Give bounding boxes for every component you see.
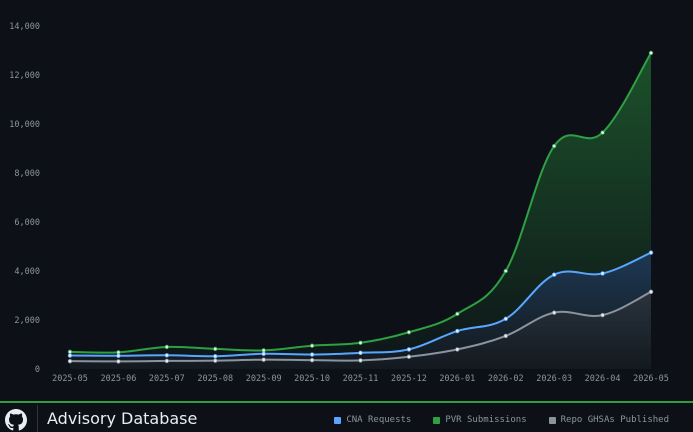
legend-swatch	[548, 416, 556, 424]
repo-ghsas-published-point[interactable]	[503, 333, 508, 339]
y-tick-label: 4,000	[14, 267, 40, 277]
legend-label: CNA Requests	[346, 415, 412, 425]
cna-requests-point[interactable]	[261, 351, 266, 357]
x-tick-label: 2026-02	[488, 374, 524, 384]
x-tick-label: 2025-08	[197, 374, 233, 384]
repo-ghsas-published-point[interactable]	[309, 357, 315, 363]
repo-ghsas-published-point[interactable]	[116, 359, 121, 364]
pvr-submissions-point[interactable]	[358, 340, 363, 345]
y-tick-label: 8,000	[14, 169, 40, 179]
chart-legend: CNA Requests PVR Submissions Repo GHSAs Pu…	[334, 415, 669, 425]
y-tick-label: 6,000	[14, 218, 40, 228]
series-areas	[70, 52, 651, 369]
x-tick-label: 2025-06	[101, 374, 137, 384]
pvr-submissions-point[interactable]	[213, 346, 218, 352]
legend-label: Repo GHSAs Published	[560, 415, 669, 425]
repo-ghsas-published-point[interactable]	[358, 358, 363, 363]
cna-requests-point[interactable]	[455, 328, 460, 334]
legend-item-pvr-submissions[interactable]: PVR Submissions	[433, 415, 527, 425]
repo-ghsas-published-point[interactable]	[213, 358, 218, 363]
pvr-submissions-point[interactable]	[551, 143, 557, 149]
x-axis: 2025-05 2025-06 2025-07 2025-08 2025-09 2025-…	[52, 374, 669, 384]
y-tick-label: 12,000	[9, 71, 40, 81]
cna-requests-point[interactable]	[116, 353, 121, 358]
x-tick-label: 2025-11	[343, 374, 379, 384]
x-tick-label: 2026-01	[439, 374, 475, 384]
cna-requests-point[interactable]	[406, 347, 412, 352]
x-tick-label: 2026-04	[585, 374, 621, 384]
advisory-trend-chart: 02,0004,0006,0008,00010,00012,00014,000 …	[9, 22, 669, 384]
repo-ghsas-published-point[interactable]	[648, 289, 654, 295]
repo-ghsas-published-point[interactable]	[406, 354, 412, 359]
pvr-submissions-point[interactable]	[648, 50, 654, 56]
x-tick-label: 2026-05	[633, 374, 669, 384]
cna-requests-point[interactable]	[600, 271, 605, 276]
chart-panel: 0 2,000 4,000 6,000 8,000 10,000 12,000 14,000 …	[0, 0, 693, 432]
pvr-submissions-point[interactable]	[309, 343, 315, 348]
cna-requests-point[interactable]	[164, 353, 170, 358]
footer-divider	[37, 405, 38, 432]
x-tick-label: 2025-12	[391, 374, 427, 384]
cna-requests-point[interactable]	[503, 316, 508, 321]
cna-requests-point[interactable]	[309, 352, 315, 357]
repo-ghsas-published-point[interactable]	[67, 358, 73, 364]
cna-requests-point[interactable]	[551, 272, 557, 277]
repo-ghsas-published-point[interactable]	[600, 312, 605, 318]
x-tick-label: 2025-05	[52, 374, 88, 384]
footer-bar: Advisory Database CNA Requests PVR Submis…	[0, 401, 693, 432]
cna-requests-point[interactable]	[67, 353, 73, 358]
repo-ghsas-published-point[interactable]	[455, 347, 460, 352]
cna-requests-point[interactable]	[213, 354, 218, 359]
legend-swatch	[334, 416, 342, 424]
y-axis: 0 2,000 4,000 6,000 8,000 10,000 12,000 14,000	[9, 22, 40, 375]
brand-title: Advisory Database	[47, 409, 198, 428]
legend-label: PVR Submissions	[445, 415, 527, 425]
github-octocat-icon[interactable]	[5, 409, 27, 431]
repo-ghsas-published-point[interactable]	[164, 358, 170, 364]
y-tick-label: 2,000	[14, 316, 40, 326]
x-tick-label: 2025-10	[294, 374, 330, 384]
legend-item-repo-ghsas-published[interactable]: Repo GHSAs Published	[548, 415, 669, 425]
legend-swatch	[433, 416, 441, 424]
pvr-submissions-point[interactable]	[406, 330, 412, 335]
cna-requests-point[interactable]	[648, 250, 654, 255]
y-tick-label: 0	[35, 365, 40, 375]
x-tick-label: 2025-07	[149, 374, 185, 384]
pvr-submissions-point[interactable]	[455, 311, 460, 317]
repo-ghsas-published-point[interactable]	[261, 357, 266, 362]
pvr-submissions-point[interactable]	[67, 349, 73, 355]
pvr-submissions-point[interactable]	[600, 130, 605, 135]
repo-ghsas-published-point[interactable]	[551, 310, 557, 315]
pvr-submissions-point[interactable]	[164, 344, 170, 350]
x-tick-label: 2026-03	[536, 374, 572, 384]
legend-item-cna-requests[interactable]: CNA Requests	[334, 415, 411, 425]
x-tick-label: 2025-09	[246, 374, 282, 384]
y-tick-label: 10,000	[9, 120, 40, 130]
pvr-submissions-point[interactable]	[503, 268, 508, 274]
y-tick-label: 14,000	[9, 22, 40, 32]
cna-requests-point[interactable]	[358, 350, 363, 356]
